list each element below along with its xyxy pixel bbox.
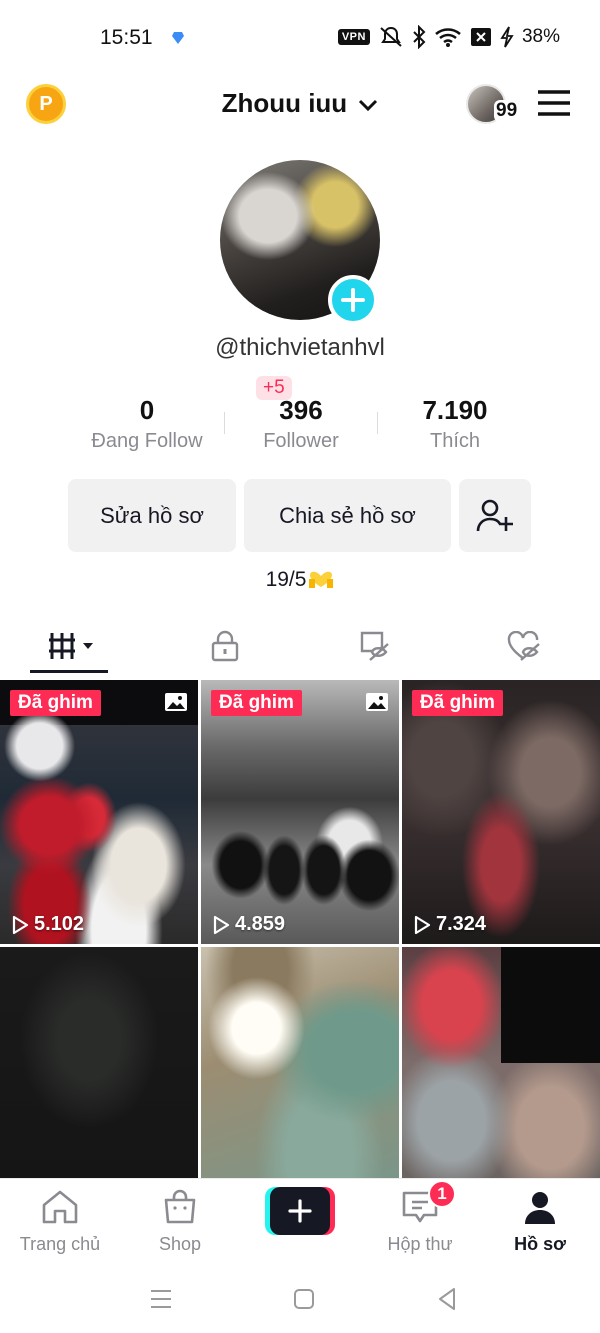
status-icons: VPN 38% [337,24,560,50]
stat-label: Follower [263,430,339,452]
tab-videos[interactable] [0,618,150,674]
view-count-text: 7.324 [436,913,487,935]
stat-label: Đang Follow [91,430,203,452]
bio-text: 19/5 [265,568,307,591]
stat-likes[interactable]: 7.190 Thích [378,392,532,453]
nav-home[interactable]: Trang chủ [10,1189,110,1255]
bottom-nav: Trang chủ Shop Hộp thư Hồ sơ [0,1178,600,1264]
charging-icon [500,26,514,48]
wifi-icon [435,28,461,47]
view-count: 7.324 [412,913,486,936]
tab-liked[interactable] [450,618,600,674]
battery-level: 38% [521,26,560,47]
status-bar: 15:51 VPN 38% [0,0,600,76]
profile-header: P Zhouu iuu 99 [0,76,600,132]
video-thumbnail[interactable]: Đã ghim 4.859 [201,680,399,944]
app-notification-icon [172,32,184,44]
stat-following[interactable]: 0 Đang Follow [70,392,224,453]
account-name: Zhouu iuu [221,88,348,118]
stat-value: 7.190 [422,395,488,425]
active-tab-indicator [30,670,108,673]
tab-private[interactable] [150,618,300,674]
nav-profile[interactable]: Hồ sơ [490,1189,590,1255]
play-icon [12,915,29,934]
hidden-repost-icon [360,631,389,661]
nav-label: Hồ sơ [514,1234,566,1254]
create-button[interactable] [265,1187,335,1235]
play-icon [414,915,431,934]
stat-label: Thích [429,430,481,452]
lock-icon [211,630,239,662]
pinned-badge: Đã ghim [211,690,302,716]
stat-value: 396 [279,395,323,425]
menu-icon[interactable] [538,90,570,116]
add-photo-button[interactable] [328,275,378,325]
profile-views-count: 99 [494,100,520,122]
hidden-heart-icon [507,631,540,661]
username: @thichvietanhvl [215,334,385,361]
video-thumbnail[interactable]: Đã ghim 5.102 [0,680,198,944]
chevron-down-icon [359,100,378,112]
add-friends-button[interactable] [459,479,531,552]
profile-stats: 0 Đang Follow 396 Follower 7.190 Thích [70,392,530,462]
tab-reposts[interactable] [300,618,450,674]
video-thumbnail[interactable] [0,947,198,1179]
pinned-badge: Đã ghim [10,690,101,716]
photo-post-icon [165,693,187,711]
home-icon [42,1190,78,1224]
nav-label: Shop [158,1234,202,1254]
vpn-badge: VPN [337,29,370,45]
photo-post-icon [366,693,388,711]
status-time: 15:51 [100,26,153,49]
video-thumbnail[interactable] [201,947,399,1179]
view-count-text: 5.102 [34,913,85,935]
add-user-icon [476,499,513,531]
edit-profile-button[interactable]: Sửa hồ sơ [68,479,236,552]
plus-icon [341,288,365,312]
back-icon[interactable] [432,1284,462,1314]
nav-shop[interactable]: Shop [130,1189,230,1255]
nav-label: Trang chủ [19,1234,101,1254]
video-thumbnail[interactable] [402,947,600,1179]
shopping-bag-icon [164,1189,196,1224]
bluetooth-icon [413,25,426,49]
stat-followers[interactable]: 396 Follower [224,392,378,453]
profile-icon [525,1192,555,1224]
system-nav [0,1264,600,1333]
mute-icon [380,26,402,47]
view-count: 5.102 [10,913,84,936]
view-count: 4.859 [211,913,285,936]
view-count-text: 4.859 [235,913,286,935]
play-icon [213,915,230,934]
sim-off-icon [470,28,491,46]
stat-value: 0 [139,395,155,425]
recent-apps-icon[interactable] [146,1284,176,1314]
inbox-badge: 1 [428,1180,456,1208]
plus-icon [288,1199,312,1223]
nav-label: Hộp thư [387,1234,453,1254]
video-thumbnail[interactable]: Đã ghim 7.324 [402,680,600,944]
share-profile-button[interactable]: Chia sẻ hồ sơ [244,479,451,552]
home-button-icon[interactable] [289,1284,319,1314]
profile-tabs [0,618,600,674]
pinned-badge: Đã ghim [412,690,503,716]
heart-hands-icon [309,571,334,588]
profile-bio: 19/5 [0,568,600,592]
grid-icon [49,633,93,659]
